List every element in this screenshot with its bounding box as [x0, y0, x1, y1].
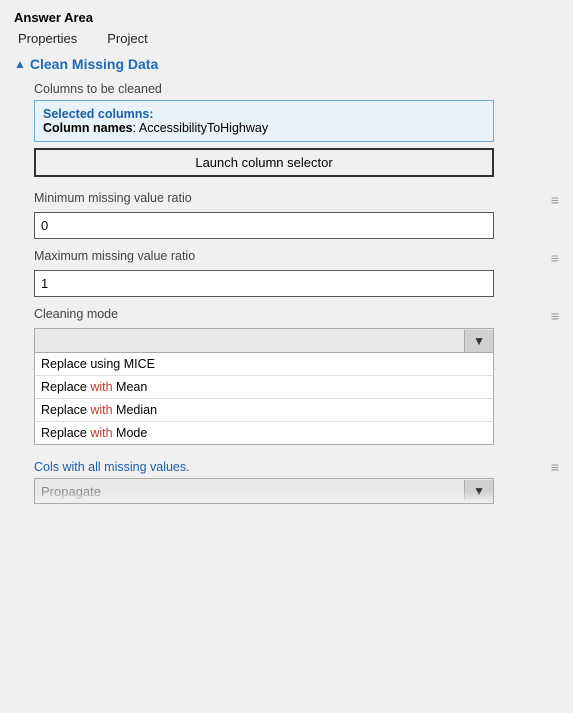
tab-bar: Properties Project [14, 31, 559, 48]
selected-columns-header: Selected columns: [43, 107, 485, 121]
cols-missing-dropdown[interactable]: ▼ [34, 478, 494, 504]
cleaning-mode-label-row: Cleaning mode ≡ [34, 307, 559, 325]
cleaning-mode-input[interactable] [35, 329, 464, 352]
cleaning-mode-dropdown-list: Replace using MICE Replace with Mean Rep… [34, 353, 494, 445]
minimum-missing-field: Minimum missing value ratio ≡ [34, 191, 559, 239]
cleaning-mode-field: Cleaning mode ≡ ▼ Replace using MICE Rep… [34, 307, 559, 445]
tab-properties[interactable]: Properties [18, 31, 77, 48]
cols-missing-field: Cols with all missing values. ≡ ▼ [34, 459, 559, 504]
cleaning-mode-label: Cleaning mode [34, 307, 118, 321]
tab-project[interactable]: Project [107, 31, 147, 48]
cleaning-mode-option-mice[interactable]: Replace using MICE [35, 353, 493, 376]
column-names-key: Column names [43, 121, 133, 135]
maximum-drag-icon[interactable]: ≡ [551, 250, 559, 266]
cleaning-mode-arrow-button[interactable]: ▼ [464, 330, 493, 352]
minimum-drag-icon[interactable]: ≡ [551, 192, 559, 208]
minimum-missing-label: Minimum missing value ratio [34, 191, 192, 205]
section-title: Clean Missing Data [30, 56, 158, 72]
maximum-missing-label: Maximum missing value ratio [34, 249, 195, 263]
cleaning-mode-option-median[interactable]: Replace with Median [35, 399, 493, 422]
cols-missing-arrow-button[interactable]: ▼ [464, 480, 493, 502]
cols-missing-input[interactable] [35, 480, 464, 503]
cols-missing-drag-icon[interactable]: ≡ [551, 459, 559, 475]
cleaning-mode-drag-icon[interactable]: ≡ [551, 308, 559, 324]
cols-missing-label: Cols with all missing values. [34, 460, 190, 474]
columns-label: Columns to be cleaned [34, 82, 559, 96]
launch-column-selector-button[interactable]: Launch column selector [34, 148, 494, 177]
maximum-missing-input[interactable] [34, 270, 494, 297]
form-area: Columns to be cleaned Selected columns: … [14, 82, 559, 504]
maximum-missing-label-row: Maximum missing value ratio ≡ [34, 249, 559, 267]
cleaning-mode-option-mode[interactable]: Replace with Mode [35, 422, 493, 444]
answer-area: Answer Area Properties Project ▲ Clean M… [0, 0, 573, 528]
answer-area-label: Answer Area [14, 10, 559, 25]
column-names-value: AccessibilityToHighway [139, 121, 268, 135]
cleaning-mode-dropdown[interactable]: ▼ [34, 328, 494, 353]
selected-columns-box: Selected columns: Column names: Accessib… [34, 100, 494, 142]
selected-columns-value: Column names: AccessibilityToHighway [43, 121, 485, 135]
minimum-missing-input[interactable] [34, 212, 494, 239]
minimum-missing-label-row: Minimum missing value ratio ≡ [34, 191, 559, 209]
maximum-missing-field: Maximum missing value ratio ≡ [34, 249, 559, 297]
section-collapse-icon[interactable]: ▲ [14, 57, 26, 71]
cols-missing-label-row: Cols with all missing values. ≡ [34, 459, 559, 475]
section-header: ▲ Clean Missing Data [14, 56, 559, 72]
columns-field: Columns to be cleaned Selected columns: … [34, 82, 559, 177]
cleaning-mode-option-mean[interactable]: Replace with Mean [35, 376, 493, 399]
